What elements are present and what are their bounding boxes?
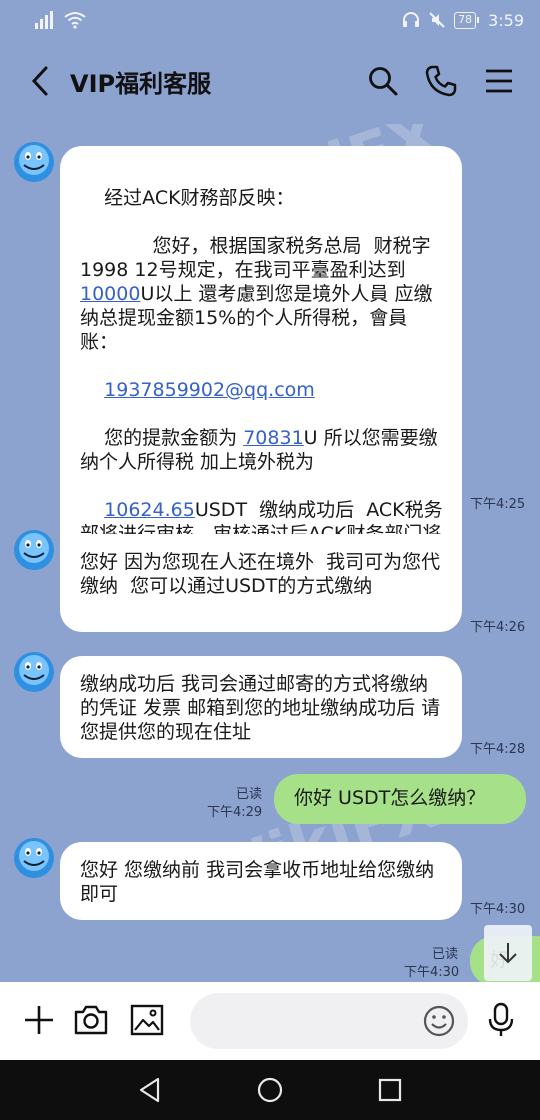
message-bubble-outgoing: 你好 USDT怎么缴纳？ — [274, 774, 526, 824]
link-amount[interactable]: 10000 — [80, 283, 140, 305]
message-time: 下午4:29 — [207, 805, 263, 820]
emoji-icon[interactable] — [422, 1004, 456, 1038]
bot-avatar-icon[interactable] — [12, 836, 56, 880]
status-bar: 78 3:59 — [0, 0, 540, 40]
plus-icon[interactable] — [20, 1001, 58, 1039]
message-bubble-incoming: 缴纳成功后 我司会通过邮寄的方式将缴纳的凭证 发票 邮箱到您的地址缴纳成功后 请… — [60, 656, 462, 758]
message-time: 下午4:30 — [404, 965, 460, 980]
back-arrow-icon[interactable] — [24, 64, 58, 98]
wifi-icon — [64, 12, 86, 29]
link-amount[interactable]: 10624.65 — [104, 499, 195, 521]
search-icon[interactable] — [366, 64, 400, 98]
chat-title: VIP福利客服 — [70, 70, 212, 98]
message-input-bar — [0, 982, 540, 1060]
nav-home-icon[interactable] — [256, 1076, 284, 1104]
message-time: 下午4:30 — [470, 902, 526, 917]
signal-icon — [35, 11, 53, 29]
message-bubble-incoming: 您好 因为您现在人还在境外 我司可为您代缴纳 您可以通过USDT的方式缴纳 — [60, 534, 462, 612]
read-receipt: 已读 — [236, 787, 263, 802]
status-time: 3:59 — [488, 10, 524, 30]
link-email[interactable]: 1937859902@qq.com — [104, 379, 315, 401]
bot-avatar-icon[interactable] — [12, 528, 56, 572]
read-receipt: 已读 — [432, 947, 459, 962]
nav-back-icon[interactable] — [136, 1076, 164, 1104]
mute-icon — [429, 12, 445, 28]
chat-area[interactable]: WikiFX WikiFX WikiFX 经过ACK财務部反映： 您好，根据国家… — [0, 124, 540, 982]
arrow-down-icon — [499, 943, 517, 964]
bot-avatar-icon[interactable] — [12, 140, 56, 184]
message-time: 下午4:28 — [470, 742, 526, 757]
system-nav-bar — [0, 1060, 540, 1120]
chat-header: VIP福利客服 — [0, 40, 540, 124]
message-time: 下午4:26 — [470, 620, 526, 635]
menu-icon[interactable] — [482, 64, 516, 98]
message-time: 下午4:25 — [470, 497, 526, 512]
nav-recents-icon[interactable] — [376, 1076, 404, 1104]
phone-icon[interactable] — [424, 64, 458, 98]
battery-indicator: 78 — [454, 11, 480, 29]
microphone-icon[interactable] — [482, 1001, 520, 1039]
headphones-icon — [403, 12, 420, 27]
scroll-to-bottom-button[interactable] — [484, 925, 532, 981]
camera-icon[interactable] — [72, 1001, 110, 1039]
message-bubble-incoming: 您好 您缴纳前 我司会拿收币地址给您缴纳即可 — [60, 842, 462, 920]
link-amount[interactable]: 70831 — [243, 427, 303, 449]
bot-avatar-icon[interactable] — [12, 650, 56, 694]
image-icon[interactable] — [128, 1001, 166, 1039]
